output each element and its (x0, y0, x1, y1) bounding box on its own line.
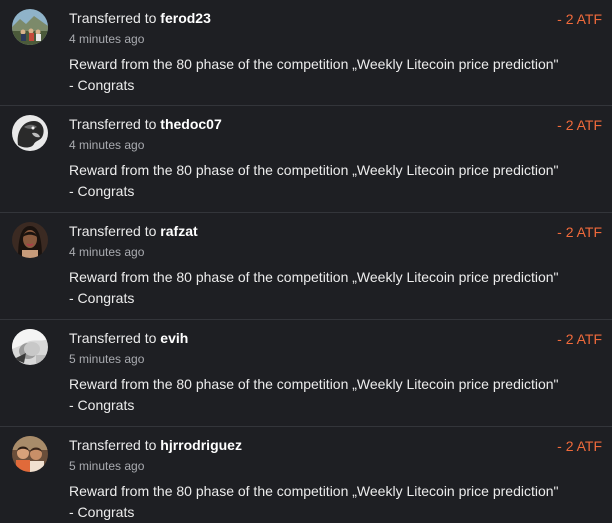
transaction-title: Transferred to thedoc07 (69, 115, 562, 133)
recipient-username[interactable]: thedoc07 (160, 116, 221, 132)
transaction-title: Transferred to rafzat (69, 222, 562, 240)
transaction-content: Transferred to evih 5 minutes ago Reward… (69, 329, 562, 416)
transaction-amount: - 2 ATF (557, 438, 602, 454)
transaction-item: Transferred to rafzat 4 minutes ago Rewa… (0, 213, 612, 320)
transaction-amount: - 2 ATF (557, 117, 602, 133)
transaction-content: Transferred to hjrrodriguez 5 minutes ag… (69, 436, 562, 523)
transaction-message: Reward from the 80 phase of the competit… (69, 483, 559, 520)
recipient-username[interactable]: hjrrodriguez (160, 437, 242, 453)
transaction-content: Transferred to rafzat 4 minutes ago Rewa… (69, 222, 562, 309)
avatar-image (12, 9, 48, 45)
transaction-amount: - 2 ATF (557, 331, 602, 347)
transaction-title: Transferred to hjrrodriguez (69, 436, 562, 454)
transaction-time: 5 minutes ago (69, 352, 145, 366)
transaction-message: Reward from the 80 phase of the competit… (69, 162, 559, 199)
transaction-content: Transferred to thedoc07 4 minutes ago Re… (69, 115, 562, 202)
avatar-image (12, 222, 48, 258)
transaction-item: Transferred to evih 5 minutes ago Reward… (0, 320, 612, 427)
transaction-message: Reward from the 80 phase of the competit… (69, 376, 559, 413)
transaction-action: Transferred to (69, 330, 157, 346)
transaction-item: Transferred to thedoc07 4 minutes ago Re… (0, 106, 612, 213)
avatar[interactable] (12, 115, 48, 151)
transaction-message: Reward from the 80 phase of the competit… (69, 269, 559, 306)
avatar-image (12, 436, 48, 472)
transaction-message: Reward from the 80 phase of the competit… (69, 56, 559, 93)
transaction-action: Transferred to (69, 116, 157, 132)
transaction-time: 5 minutes ago (69, 459, 145, 473)
avatar[interactable] (12, 9, 48, 45)
transaction-action: Transferred to (69, 10, 157, 26)
avatar-image (12, 115, 48, 151)
transaction-time: 4 minutes ago (69, 245, 145, 259)
transaction-amount: - 2 ATF (557, 11, 602, 27)
transaction-feed: Transferred to ferod23 4 minutes ago Rew… (0, 0, 612, 523)
transaction-amount: - 2 ATF (557, 224, 602, 240)
avatar[interactable] (12, 329, 48, 365)
transaction-action: Transferred to (69, 437, 157, 453)
avatar[interactable] (12, 222, 48, 258)
transaction-content: Transferred to ferod23 4 minutes ago Rew… (69, 9, 562, 96)
recipient-username[interactable]: evih (160, 330, 188, 346)
avatar-image (12, 329, 48, 365)
recipient-username[interactable]: ferod23 (160, 10, 211, 26)
transaction-time: 4 minutes ago (69, 138, 145, 152)
transaction-item: Transferred to ferod23 4 minutes ago Rew… (0, 0, 612, 106)
transaction-action: Transferred to (69, 223, 157, 239)
recipient-username[interactable]: rafzat (160, 223, 197, 239)
transaction-title: Transferred to evih (69, 329, 562, 347)
transaction-item: Transferred to hjrrodriguez 5 minutes ag… (0, 427, 612, 523)
avatar[interactable] (12, 436, 48, 472)
transaction-time: 4 minutes ago (69, 32, 145, 46)
transaction-title: Transferred to ferod23 (69, 9, 562, 27)
